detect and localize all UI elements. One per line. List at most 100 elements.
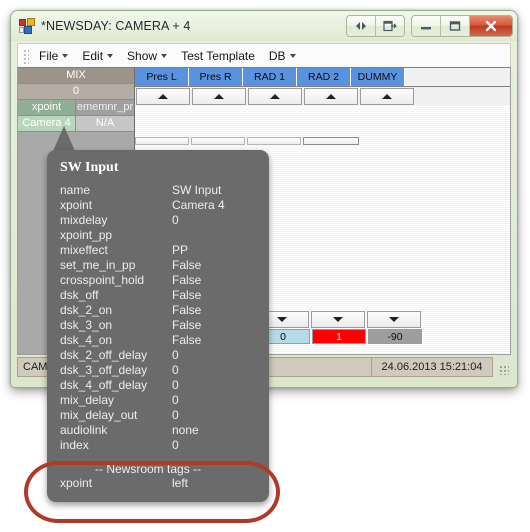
row-header-title-row: MIX: [18, 68, 134, 84]
sort-up-button-rad-1[interactable]: [248, 88, 302, 105]
row-header-subtitle-row: 0: [18, 84, 134, 100]
tooltip-title: SW Input: [60, 160, 119, 175]
triangle-down-icon: [389, 317, 399, 322]
tooltip-key: set_me_in_pp: [60, 258, 136, 272]
tooltip-row: xpoint left: [47, 476, 269, 491]
mix-title: MIX: [18, 68, 134, 84]
tooltip-row: mixdelay 0: [47, 213, 269, 228]
close-icon[interactable]: [470, 16, 512, 36]
tooltip-key: xpoint: [60, 476, 93, 490]
triangle-up-icon: [382, 94, 392, 99]
chevron-down-icon: [62, 53, 69, 58]
tooltip-key: mixdelay: [60, 213, 108, 227]
grid-cell[interactable]: [191, 137, 245, 145]
tooltip-row: set_me_in_pp False: [47, 258, 269, 273]
tooltip-row: dsk_2_on False: [47, 303, 269, 318]
tooltip-pointer: [53, 126, 75, 151]
tooltip-value: 0: [172, 378, 179, 392]
row-header-field-row: xpoint ememnr_pr: [18, 100, 134, 116]
tooltip-value: False: [172, 333, 202, 347]
minimize-icon[interactable]: [412, 16, 441, 36]
tooltip-key: mixeffect: [60, 243, 108, 257]
field-ememnr-value[interactable]: N/A: [76, 116, 134, 132]
row-header-value-row: Camera 4 N/A: [18, 116, 134, 132]
tooltip-row: dsk_3_off_delay 0: [47, 363, 269, 378]
menu-bar: File Edit Show Test Template DB: [17, 43, 511, 67]
menu-item-db[interactable]: DB: [262, 47, 303, 65]
tooltip-section-label: -- Newsroom tags --: [95, 462, 202, 476]
sort-up-button-pres-r[interactable]: [192, 88, 246, 105]
tooltip-popup: SW Input name SW Input xpoint Camera 4 m…: [47, 150, 269, 502]
tooltip-value: False: [172, 273, 202, 287]
field-xpoint-label[interactable]: xpoint: [18, 100, 76, 116]
restore-group-icon[interactable]: [376, 16, 404, 36]
tooltip-row: dsk_off False: [47, 288, 269, 303]
menu-item-show[interactable]: Show: [120, 47, 174, 65]
tooltip-key: mix_delay: [60, 393, 115, 407]
grid-cell-strip: [135, 137, 361, 145]
status-datetime: 24.06.2013 15:21:04: [371, 357, 493, 377]
tooltip-row: xpoint_pp: [47, 228, 269, 243]
menu-item-test-template-label: Test Template: [181, 48, 255, 63]
tooltip-key: dsk_off: [60, 288, 99, 302]
tooltip-value: 0: [172, 438, 179, 452]
value-cell-1[interactable]: 1: [312, 329, 366, 344]
tooltip-key: dsk_2_off_delay: [60, 348, 148, 362]
menu-item-test-template[interactable]: Test Template: [174, 47, 262, 65]
chevron-down-icon: [161, 53, 168, 58]
tooltip-value: 0: [172, 348, 179, 362]
sort-down-button-3[interactable]: [367, 311, 421, 328]
chevron-down-icon: [107, 53, 114, 58]
triangle-up-icon: [270, 94, 280, 99]
tooltip-row: index 0: [47, 438, 269, 453]
tooltip-row: dsk_4_on False: [47, 333, 269, 348]
tooltip-key: dsk_4_on: [60, 333, 113, 347]
tooltip-value: 0: [172, 393, 179, 407]
field-ememnr-label[interactable]: ememnr_pr: [76, 100, 134, 116]
tooltip-value: PP: [172, 243, 189, 257]
tooltip-row: dsk_4_off_delay 0: [47, 378, 269, 393]
sort-up-button-rad-2[interactable]: [304, 88, 358, 105]
column-header-rad-2[interactable]: RAD 2: [297, 68, 351, 86]
tooltip-key: crosspoint_hold: [60, 273, 145, 287]
grid-column-headers: Pres L Pres R RAD 1 RAD 2 DUMMY: [135, 68, 510, 87]
sort-up-button-dummy[interactable]: [360, 88, 414, 105]
resize-grip[interactable]: [493, 357, 511, 377]
tooltip-row: mix_delay 0: [47, 393, 269, 408]
menu-drag-grip[interactable]: [22, 47, 29, 64]
maximize-icon[interactable]: [441, 16, 470, 36]
tooltip-row: dsk_2_off_delay 0: [47, 348, 269, 363]
tooltip-value: False: [172, 318, 202, 332]
triangle-down-icon: [333, 317, 343, 322]
tooltip-value: False: [172, 288, 202, 302]
tooltip-row: crosspoint_hold False: [47, 273, 269, 288]
triangle-down-icon: [277, 317, 287, 322]
sort-up-button-pres-l[interactable]: [136, 88, 190, 105]
grid-cell[interactable]: [135, 137, 189, 145]
window-title: *NEWSDAY: CAMERA + 4: [41, 19, 191, 33]
sort-down-button-2[interactable]: [311, 311, 365, 328]
chevron-down-icon: [289, 53, 296, 58]
tooltip-key: xpoint_pp: [60, 228, 113, 242]
tooltip-value: 0: [172, 408, 179, 422]
menu-item-edit[interactable]: Edit: [75, 47, 120, 65]
mix-index: 0: [18, 84, 134, 100]
tooltip-row: name SW Input: [47, 183, 269, 198]
tooltip-key: dsk_4_off_delay: [60, 378, 148, 392]
column-header-empty: [405, 68, 510, 86]
tooltip-value: 0: [172, 363, 179, 377]
column-header-pres-r[interactable]: Pres R: [189, 68, 243, 86]
tooltip-value: SW Input: [172, 183, 222, 197]
grid-cell[interactable]: [303, 137, 359, 145]
column-header-rad-1[interactable]: RAD 1: [243, 68, 297, 86]
column-header-dummy[interactable]: DUMMY: [351, 68, 405, 86]
column-header-pres-l[interactable]: Pres L: [135, 68, 189, 86]
menu-item-file[interactable]: File: [32, 47, 75, 65]
title-bar: *NEWSDAY: CAMERA + 4: [11, 11, 517, 41]
menu-item-file-label: File: [39, 48, 59, 63]
grid-cell[interactable]: [247, 137, 301, 145]
value-cell-2[interactable]: -90: [368, 329, 422, 344]
prev-next-icon[interactable]: [347, 16, 376, 36]
tooltip-key: dsk_3_off_delay: [60, 363, 148, 377]
menu-item-db-label: DB: [268, 48, 286, 63]
